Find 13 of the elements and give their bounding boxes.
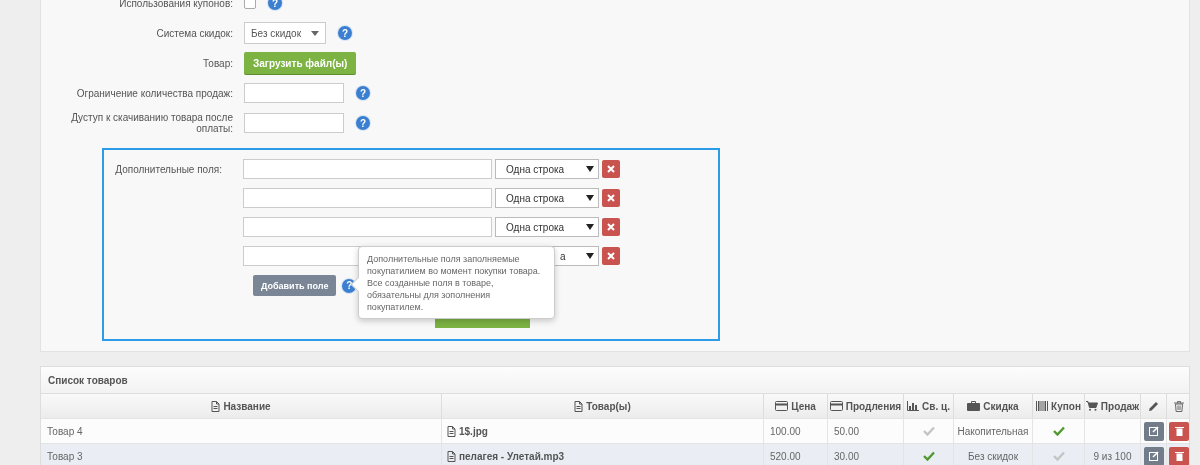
field-label: Система скидок: [155,27,233,39]
field-label: Дополнительные поля: [114,163,222,177]
table-cell: 9 из 100 [1093,450,1132,462]
table-cell: 520.00 [764,444,828,465]
table-cell: Без скидок [954,444,1033,465]
field-label: Товар: [202,57,233,69]
panel-title: Список товаров [41,367,1189,394]
table-cell: Товар 3 [41,444,442,465]
field-label: Ограничение количества продаж: [75,87,233,99]
field-label: Дуступ к скачиванию товара после оплаты: [70,112,233,134]
field-label: Использования купонов: [118,0,233,9]
table-cell: 30.00 [828,444,904,465]
tooltip: Дополнительные поля заполняемые покупатилием во момент покупки товара. Все созданные поля в товаре, обязательны для зополнения покупатилем. [352,246,555,319]
